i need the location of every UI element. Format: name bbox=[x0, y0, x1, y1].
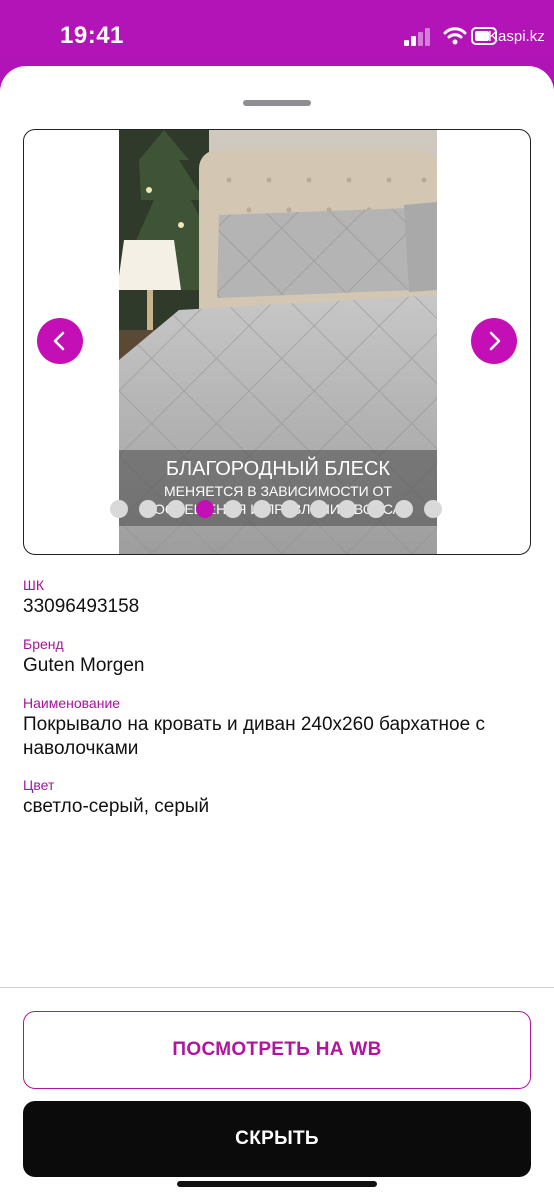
chevron-left-icon bbox=[53, 331, 65, 351]
view-on-wb-button[interactable]: ПОСМОТРЕТЬ НА WB bbox=[23, 1011, 531, 1089]
carousel-pagination bbox=[110, 500, 450, 518]
pagination-dot[interactable] bbox=[423, 500, 442, 518]
pagination-dot[interactable] bbox=[309, 500, 328, 518]
image-headline: БЛАГОРОДНЫЙ БЛЕСК bbox=[166, 456, 391, 480]
product-image: БЛАГОРОДНЫЙ БЛЕСК МЕНЯЕТСЯ В ЗАВИСИМОСТИ… bbox=[119, 130, 437, 554]
sheet-grabber[interactable] bbox=[243, 100, 311, 106]
pagination-dot[interactable] bbox=[281, 500, 299, 518]
color-label: Цвет bbox=[23, 777, 55, 793]
chevron-right-icon bbox=[489, 331, 501, 351]
pagination-dot[interactable] bbox=[252, 500, 271, 518]
pagination-dot[interactable] bbox=[338, 500, 356, 518]
color-value: светло-серый, серый bbox=[23, 796, 210, 817]
pagination-dot[interactable] bbox=[110, 500, 128, 518]
name-value: Покрывало на кровать и диван 240х260 бар… bbox=[23, 714, 485, 759]
pagination-dot[interactable] bbox=[366, 500, 385, 518]
divider bbox=[0, 987, 554, 988]
brand-value: Guten Morgen bbox=[23, 655, 145, 676]
status-time: 19:41 bbox=[60, 22, 124, 49]
carousel-next-button[interactable] bbox=[471, 318, 517, 364]
product-sheet: БЛАГОРОДНЫЙ БЛЕСК МЕНЯЕТСЯ В ЗАВИСИМОСТИ… bbox=[0, 66, 554, 1200]
pagination-dot[interactable] bbox=[195, 500, 214, 518]
brand-label: Бренд bbox=[23, 636, 64, 652]
image-subline-1: МЕНЯЕТСЯ В ЗАВИСИМОСТИ ОТ bbox=[164, 483, 392, 499]
pagination-dot[interactable] bbox=[167, 500, 185, 518]
carrier-label: Kaspi.kz bbox=[488, 28, 545, 45]
barcode-label: ШК bbox=[23, 577, 44, 593]
name-label: Наименование bbox=[23, 695, 121, 711]
barcode-value: 33096493158 bbox=[23, 596, 140, 617]
signal-icon bbox=[404, 28, 434, 46]
home-indicator bbox=[177, 1181, 377, 1187]
image-carousel[interactable]: БЛАГОРОДНЫЙ БЛЕСК МЕНЯЕТСЯ В ЗАВИСИМОСТИ… bbox=[23, 129, 531, 555]
status-bar: 19:41 Kaspi.kz bbox=[0, 0, 554, 70]
carousel-prev-button[interactable] bbox=[37, 318, 83, 364]
pagination-dot[interactable] bbox=[138, 500, 157, 518]
pagination-dot[interactable] bbox=[395, 500, 413, 518]
hide-button[interactable]: СКРЫТЬ bbox=[23, 1101, 531, 1177]
wifi-icon bbox=[443, 26, 467, 46]
pagination-dot[interactable] bbox=[224, 500, 242, 518]
